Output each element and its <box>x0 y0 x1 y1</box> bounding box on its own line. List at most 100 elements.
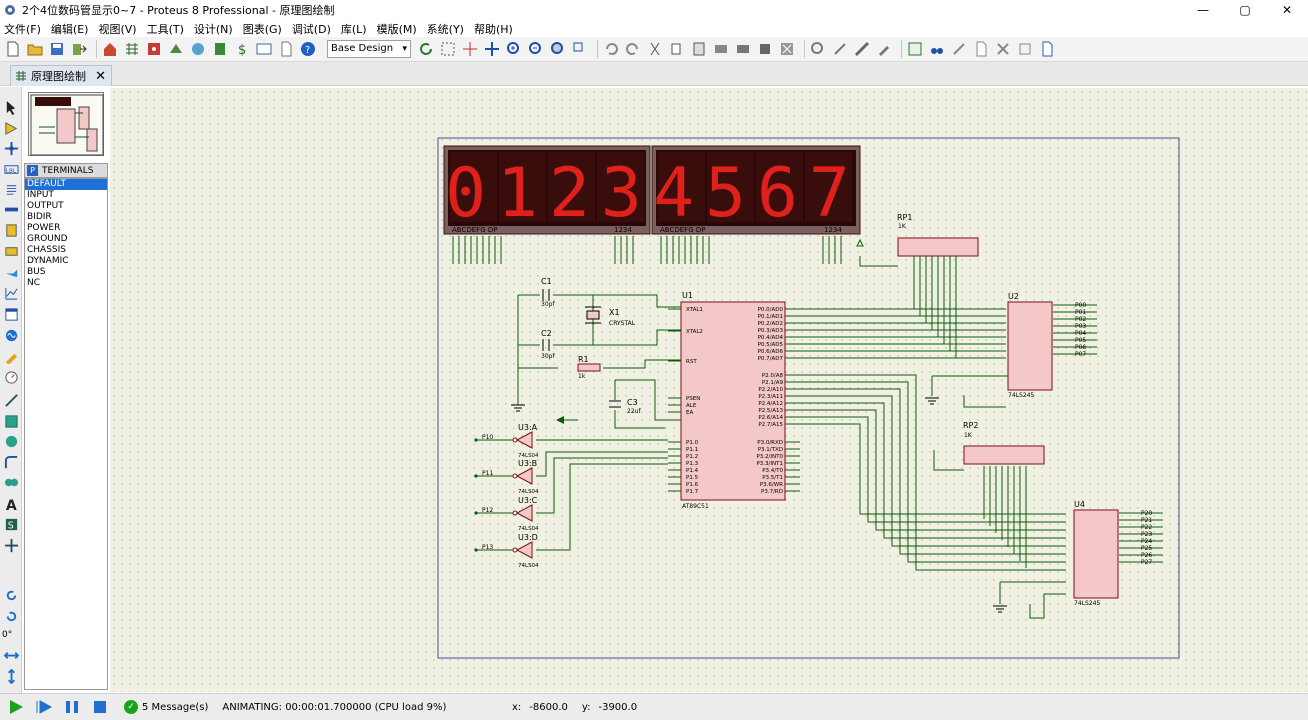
message-indicator[interactable]: ✓ 5 Message(s) <box>124 700 208 714</box>
tab-schematic-capture[interactable]: 原理图绘制 ✕ <box>10 65 112 86</box>
zoom-out-icon[interactable] <box>527 40 545 58</box>
remove-sheet-icon[interactable] <box>994 40 1012 58</box>
junction-dot-icon[interactable] <box>3 140 19 156</box>
subcircuit-mode-icon[interactable] <box>3 222 19 238</box>
pick-devices-button[interactable]: P <box>27 165 38 176</box>
menu-design[interactable]: 设计(N) <box>194 21 233 37</box>
import-icon[interactable] <box>70 40 88 58</box>
seven-segment-display-1[interactable]: 0123 ABCDEFG DP 1234 <box>443 145 653 235</box>
schematic-icon[interactable] <box>123 40 141 58</box>
menu-file[interactable]: 文件(F) <box>4 21 41 37</box>
help-icon[interactable]: ? <box>299 40 317 58</box>
resistor-pack-rp1[interactable]: RP1 1K <box>897 213 979 257</box>
block-delete-icon[interactable] <box>778 40 796 58</box>
cut-icon[interactable] <box>646 40 664 58</box>
box-tool-icon[interactable] <box>3 413 19 429</box>
undo-icon[interactable] <box>602 40 620 58</box>
dollar-icon[interactable]: $ <box>233 40 251 58</box>
open-folder-icon[interactable] <box>26 40 44 58</box>
origin-icon[interactable] <box>461 40 479 58</box>
tape-recorder-icon[interactable] <box>3 306 19 322</box>
play-button[interactable] <box>4 697 28 717</box>
inverter-gate-u3a[interactable]: U3:A74LS04P10 <box>474 423 539 459</box>
list-item[interactable]: GROUND <box>25 234 107 245</box>
menu-system[interactable]: 系统(Y) <box>427 21 464 37</box>
packaging-tool-icon[interactable] <box>853 40 871 58</box>
line-tool-icon[interactable] <box>3 392 19 408</box>
menu-template[interactable]: 模版(M) <box>377 21 417 37</box>
inverter-gate-u3c[interactable]: U3:C 74LS04 P12 <box>474 496 539 532</box>
new-sheet-icon[interactable] <box>972 40 990 58</box>
search-component-icon[interactable] <box>928 40 946 58</box>
buses-mode-icon[interactable] <box>3 201 19 217</box>
list-item[interactable]: BUS <box>25 267 107 278</box>
list-item[interactable]: INPUT <box>25 190 107 201</box>
mirror-vertical-icon[interactable] <box>3 668 19 684</box>
list-item[interactable]: CHASSIS <box>25 245 107 256</box>
menu-help[interactable]: 帮助(H) <box>474 21 513 37</box>
mirror-horizontal-icon[interactable] <box>3 647 19 663</box>
step-button[interactable] <box>32 697 56 717</box>
block-rotate-icon[interactable] <box>756 40 774 58</box>
circle-tool-icon[interactable] <box>3 433 19 449</box>
wire-label-icon[interactable]: LBL <box>3 161 19 177</box>
schematic-drawing[interactable]: 0123 ABCDEFG DP 1234 4567 ABCDEFG DP 123… <box>110 88 1308 692</box>
text-tool-icon[interactable]: A <box>3 496 19 512</box>
minimize-button[interactable]: — <box>1182 0 1224 20</box>
new-file-icon[interactable] <box>4 40 22 58</box>
source-code-icon[interactable] <box>255 40 273 58</box>
rotate-clockwise-icon[interactable] <box>3 587 19 603</box>
block-move-icon[interactable] <box>734 40 752 58</box>
maximize-button[interactable]: ▢ <box>1224 0 1266 20</box>
microcontroller-u1[interactable]: U1 AT89C51 XTAL1XTAL2RSTPSENALEEAP1.0P1.… <box>668 291 800 510</box>
pick-device-icon[interactable] <box>809 40 827 58</box>
text-script-icon[interactable] <box>3 181 19 197</box>
menu-debug[interactable]: 调试(D) <box>292 21 331 37</box>
pan-icon[interactable] <box>483 40 501 58</box>
virtual-instruments-icon[interactable] <box>3 369 19 385</box>
3d-view-icon[interactable] <box>167 40 185 58</box>
menu-library[interactable]: 库(L) <box>341 21 367 37</box>
resistor-pack-rp2[interactable]: RP2 1K <box>963 421 1045 465</box>
selection-mode-icon[interactable] <box>3 99 19 115</box>
buffer-u2[interactable]: U2 74LS245 P00P01P02P03P04P05P06P07 <box>1007 292 1097 399</box>
menu-view[interactable]: 视图(V) <box>98 21 136 37</box>
buffer-u4[interactable]: U4 74LS245 P20P21P22P23P24P25P26P27 <box>1073 500 1163 607</box>
symbol-tool-icon[interactable]: S <box>3 516 19 532</box>
design-variant-select[interactable]: Base Design <box>327 40 411 58</box>
list-item[interactable]: NC <box>25 278 107 289</box>
grid-icon[interactable] <box>439 40 457 58</box>
close-button[interactable]: ✕ <box>1266 0 1308 20</box>
redo-icon[interactable] <box>624 40 642 58</box>
voltage-probe-icon[interactable] <box>3 348 19 364</box>
arc-tool-icon[interactable] <box>3 454 19 470</box>
path-tool-icon[interactable] <box>3 474 19 490</box>
make-device-icon[interactable] <box>831 40 849 58</box>
schematic-canvas[interactable]: 0123 ABCDEFG DP 1234 4567 ABCDEFG DP 123… <box>110 88 1308 692</box>
zoom-in-icon[interactable] <box>505 40 523 58</box>
gerber-icon[interactable] <box>189 40 207 58</box>
wire-autorouter-icon[interactable] <box>906 40 924 58</box>
pcb-icon[interactable] <box>145 40 163 58</box>
list-item[interactable]: DYNAMIC <box>25 256 107 267</box>
exit-to-parent-icon[interactable] <box>1016 40 1034 58</box>
list-item[interactable]: OUTPUT <box>25 201 107 212</box>
bom-icon[interactable] <box>211 40 229 58</box>
property-tool-icon[interactable] <box>950 40 968 58</box>
rotate-anticlockwise-icon[interactable] <box>3 608 19 624</box>
home-icon[interactable] <box>101 40 119 58</box>
list-item[interactable]: DEFAULT <box>25 179 107 190</box>
component-mode-icon[interactable] <box>3 120 19 136</box>
refresh-icon[interactable] <box>417 40 435 58</box>
save-icon[interactable] <box>48 40 66 58</box>
seven-segment-display-2[interactable]: 4567 ABCDEFG DP 1234 <box>651 145 861 235</box>
zoom-all-icon[interactable] <box>549 40 567 58</box>
generator-mode-icon[interactable] <box>3 327 19 343</box>
menu-graph[interactable]: 图表(G) <box>243 21 282 37</box>
marker-tool-icon[interactable] <box>3 537 19 553</box>
decompose-icon[interactable] <box>875 40 893 58</box>
overview-window[interactable] <box>28 92 104 156</box>
graph-mode-icon[interactable] <box>3 285 19 301</box>
zoom-area-icon[interactable] <box>571 40 589 58</box>
capacitor-c3[interactable]: C3 22uf <box>609 398 641 415</box>
